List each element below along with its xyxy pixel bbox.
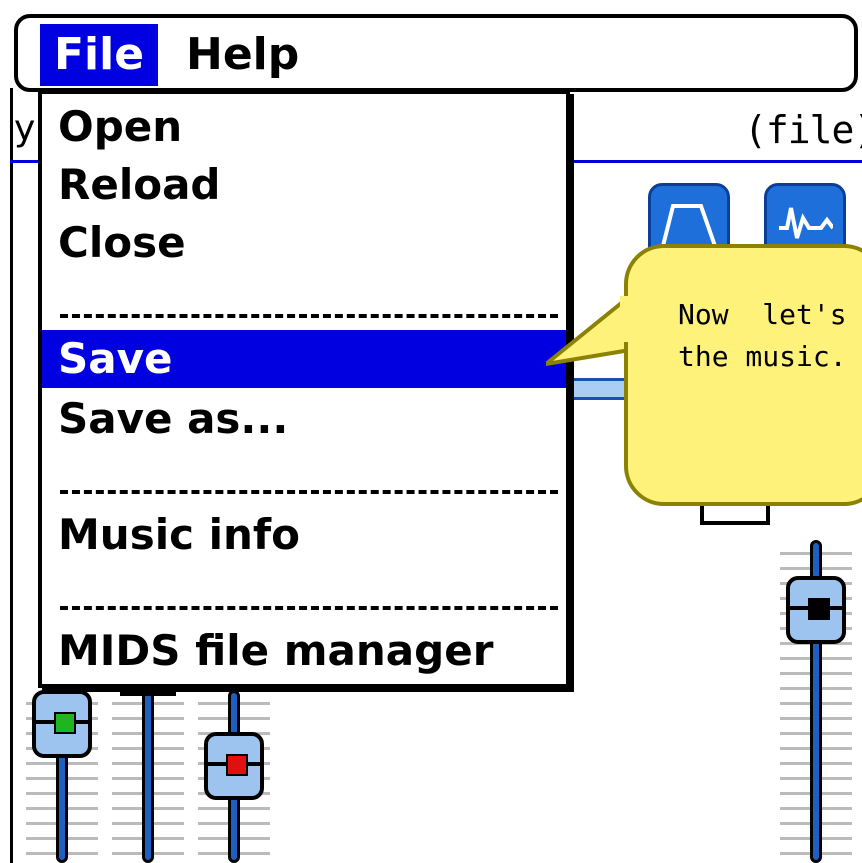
edge-text-fragment: y [14,108,36,149]
fader-knob[interactable] [204,732,264,800]
fader-led [226,754,248,776]
menu-help[interactable]: Help [172,24,313,86]
menu-separator [60,606,558,610]
menu-item-close[interactable]: Close [42,214,566,272]
file-name-indicator: (file) [744,108,862,152]
menu-item-save-as[interactable]: Save as... [42,390,566,448]
fader-knob[interactable] [32,690,92,758]
fader-2[interactable] [112,690,184,863]
fader-3[interactable] [198,690,270,863]
envelope-shape-icon [661,204,717,247]
callout-text: Now let's the music. [678,298,847,373]
menu-item-music-info[interactable]: Music info [42,506,566,564]
menu-separator [60,490,558,494]
menu-separator [60,314,558,318]
fader-cap [120,690,176,696]
callout-seam [620,296,632,342]
file-menu-dropdown: Open Reload Close Save Save as... Music … [38,90,570,688]
tutorial-callout: Now let's the music. [624,244,862,506]
fader-led [54,712,76,734]
menu-file[interactable]: File [40,24,159,86]
fader-4[interactable] [780,540,852,863]
menu-item-open[interactable]: Open [42,98,566,156]
menu-item-mids-file-manager[interactable]: MIDS file manager [42,622,566,680]
fader-1[interactable] [26,690,98,863]
left-border [10,88,13,863]
waveform-icon [777,198,833,250]
fader-led [808,598,830,620]
menu-item-save[interactable]: Save [42,330,566,388]
fader-knob[interactable] [786,576,846,644]
menu-item-reload[interactable]: Reload [42,156,566,214]
